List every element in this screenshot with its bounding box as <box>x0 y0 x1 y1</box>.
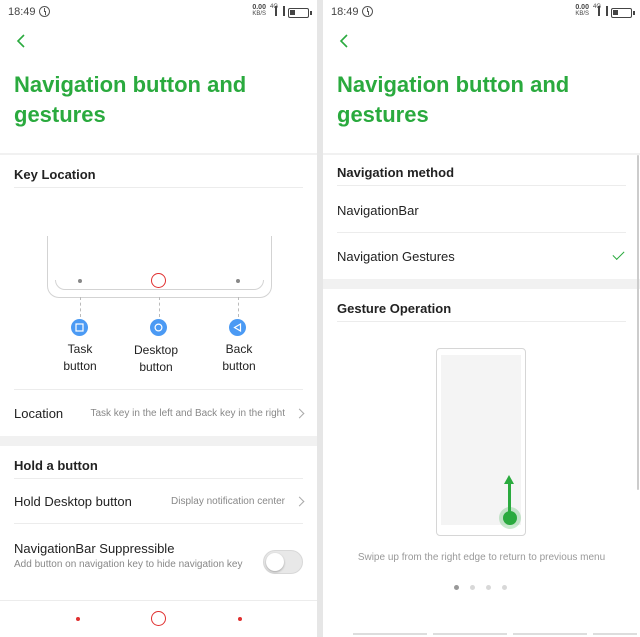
bottom-indicator <box>433 633 507 635</box>
signal-icon: 4G <box>270 4 285 16</box>
alarm-icon <box>362 6 373 17</box>
home-key-ring[interactable] <box>151 611 166 626</box>
pager-dot[interactable] <box>486 585 491 590</box>
section-divider <box>0 436 317 446</box>
back-key-dot[interactable] <box>238 617 242 621</box>
status-time: 18:49 <box>331 6 359 18</box>
divider <box>14 478 303 479</box>
option-label: NavigationBar <box>337 203 419 218</box>
scrollbar[interactable] <box>637 155 639 490</box>
key-location-heading: Key Location <box>14 167 96 182</box>
hold-button-heading: Hold a button <box>14 458 98 473</box>
pointer-line <box>159 297 160 317</box>
battery-icon <box>288 8 312 18</box>
bottom-indicator <box>513 633 587 635</box>
desktop-key-icon <box>150 319 167 336</box>
back-key-icon <box>229 319 246 336</box>
pager-dot[interactable] <box>502 585 507 590</box>
suppressible-description: Add button on navigation key to hide nav… <box>14 559 243 570</box>
section-divider <box>323 279 640 289</box>
navigation-bar <box>0 601 317 637</box>
network-speed: 0.00 KB/S <box>575 4 589 17</box>
bottom-indicator <box>353 633 427 635</box>
pager-dot[interactable] <box>470 585 475 590</box>
section-divider <box>323 153 640 155</box>
touch-point-dot <box>503 511 517 525</box>
divider <box>14 523 303 524</box>
divider <box>337 321 626 322</box>
back-arrow-icon[interactable] <box>336 33 352 49</box>
alarm-icon <box>39 6 50 17</box>
divider <box>14 389 303 390</box>
status-bar: 18:49 0.00 KB/S 4G <box>0 0 317 26</box>
settings-screen-buttons: 18:49 0.00 KB/S 4G Navigation button and … <box>0 0 317 637</box>
task-button-label: Task button <box>63 342 97 373</box>
gesture-operation-heading: Gesture Operation <box>337 301 452 316</box>
hold-desktop-value: Display notification center <box>171 496 285 507</box>
battery-icon <box>611 8 635 18</box>
suppressible-toggle[interactable] <box>263 550 303 574</box>
pointer-line <box>80 297 81 317</box>
bottom-indicator <box>593 633 637 635</box>
page-title: Navigation button and gestures <box>14 72 247 127</box>
divider <box>14 187 303 188</box>
back-key-dot <box>236 279 240 283</box>
location-value: Task key in the left and Back key in the… <box>90 408 285 419</box>
task-key-dot[interactable] <box>76 617 80 621</box>
chevron-right-icon <box>294 496 305 507</box>
pager-dot[interactable] <box>454 585 459 590</box>
back-button-label: Back button <box>222 342 256 373</box>
task-key-icon <box>71 319 88 336</box>
status-time: 18:49 <box>8 6 36 18</box>
option-label: Navigation Gestures <box>337 249 455 264</box>
section-divider <box>0 153 317 155</box>
checkmark-icon <box>612 247 625 261</box>
pointer-line <box>238 297 239 317</box>
chevron-right-icon <box>294 408 305 419</box>
navigation-method-heading: Navigation method <box>337 165 455 180</box>
gesture-hint: Swipe up from the right edge to return t… <box>357 552 606 563</box>
location-label: Location <box>14 406 64 421</box>
task-key-dot <box>78 279 82 283</box>
network-speed: 0.00 KB/S <box>252 4 266 17</box>
settings-screen-gestures: 18:49 0.00 KB/S 4G Navigation button and … <box>323 0 640 637</box>
hold-desktop-label: Hold Desktop button <box>14 494 132 509</box>
page-title: Navigation button and gestures <box>337 72 570 127</box>
desktop-button-label: Desktop button <box>133 343 179 374</box>
signal-icon: 4G <box>593 4 608 16</box>
swipe-arrow-head-icon <box>504 475 514 484</box>
divider <box>337 232 626 233</box>
back-arrow-icon[interactable] <box>13 33 29 49</box>
divider <box>337 185 626 186</box>
suppressible-label: NavigationBar Suppressible <box>14 541 175 556</box>
home-key-ring <box>151 273 166 288</box>
status-bar: 18:49 0.00 KB/S 4G <box>323 0 640 26</box>
